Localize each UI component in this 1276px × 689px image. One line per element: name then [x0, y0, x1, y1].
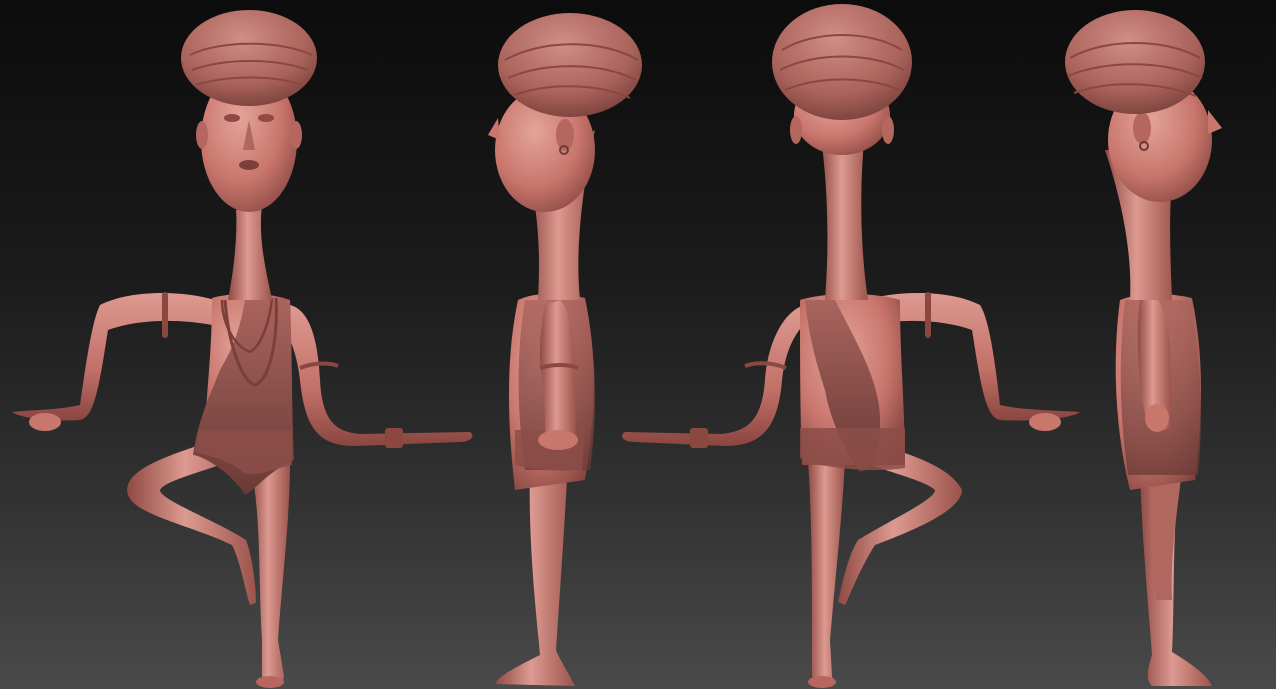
back-left-armband	[744, 361, 787, 370]
front-left-arm	[12, 293, 215, 421]
front-foot	[256, 676, 284, 688]
left-side-view-figure	[488, 13, 642, 686]
front-right-eye	[258, 114, 274, 122]
front-standing-leg	[250, 460, 290, 683]
front-mouth	[239, 160, 259, 170]
back-standing-leg	[808, 460, 845, 683]
back-right-armband	[925, 292, 931, 338]
left-side-hair	[498, 13, 642, 117]
front-left-armband	[162, 292, 168, 338]
left-side-legs	[495, 460, 575, 686]
right-side-nose	[1208, 110, 1222, 134]
back-left-arm	[621, 305, 808, 446]
back-left-wristband	[690, 428, 708, 448]
back-view-figure	[621, 4, 1080, 688]
front-neck	[228, 205, 272, 300]
right-side-hand	[1145, 404, 1169, 432]
back-right-hand	[1029, 413, 1061, 431]
back-right-ear	[882, 116, 894, 144]
front-view-figure	[12, 10, 473, 688]
front-left-hand	[29, 413, 61, 431]
front-right-wristband	[385, 428, 403, 448]
front-left-ear	[196, 121, 208, 149]
left-side-nose	[488, 118, 500, 140]
front-right-arm	[280, 305, 473, 446]
right-side-ear	[1133, 112, 1151, 144]
back-neck	[820, 130, 868, 300]
back-hair	[772, 4, 912, 120]
render-viewport	[0, 0, 1276, 689]
right-side-view-figure	[1065, 10, 1222, 686]
back-left-ear	[790, 116, 802, 144]
front-right-ear	[290, 121, 302, 149]
sculpt-render	[12, 4, 1222, 688]
right-side-bent-leg	[1150, 470, 1182, 600]
right-side-hair	[1065, 10, 1205, 114]
front-left-eye	[224, 114, 240, 122]
back-foot	[808, 676, 836, 688]
left-side-hand	[538, 430, 578, 450]
front-hair	[181, 10, 317, 106]
